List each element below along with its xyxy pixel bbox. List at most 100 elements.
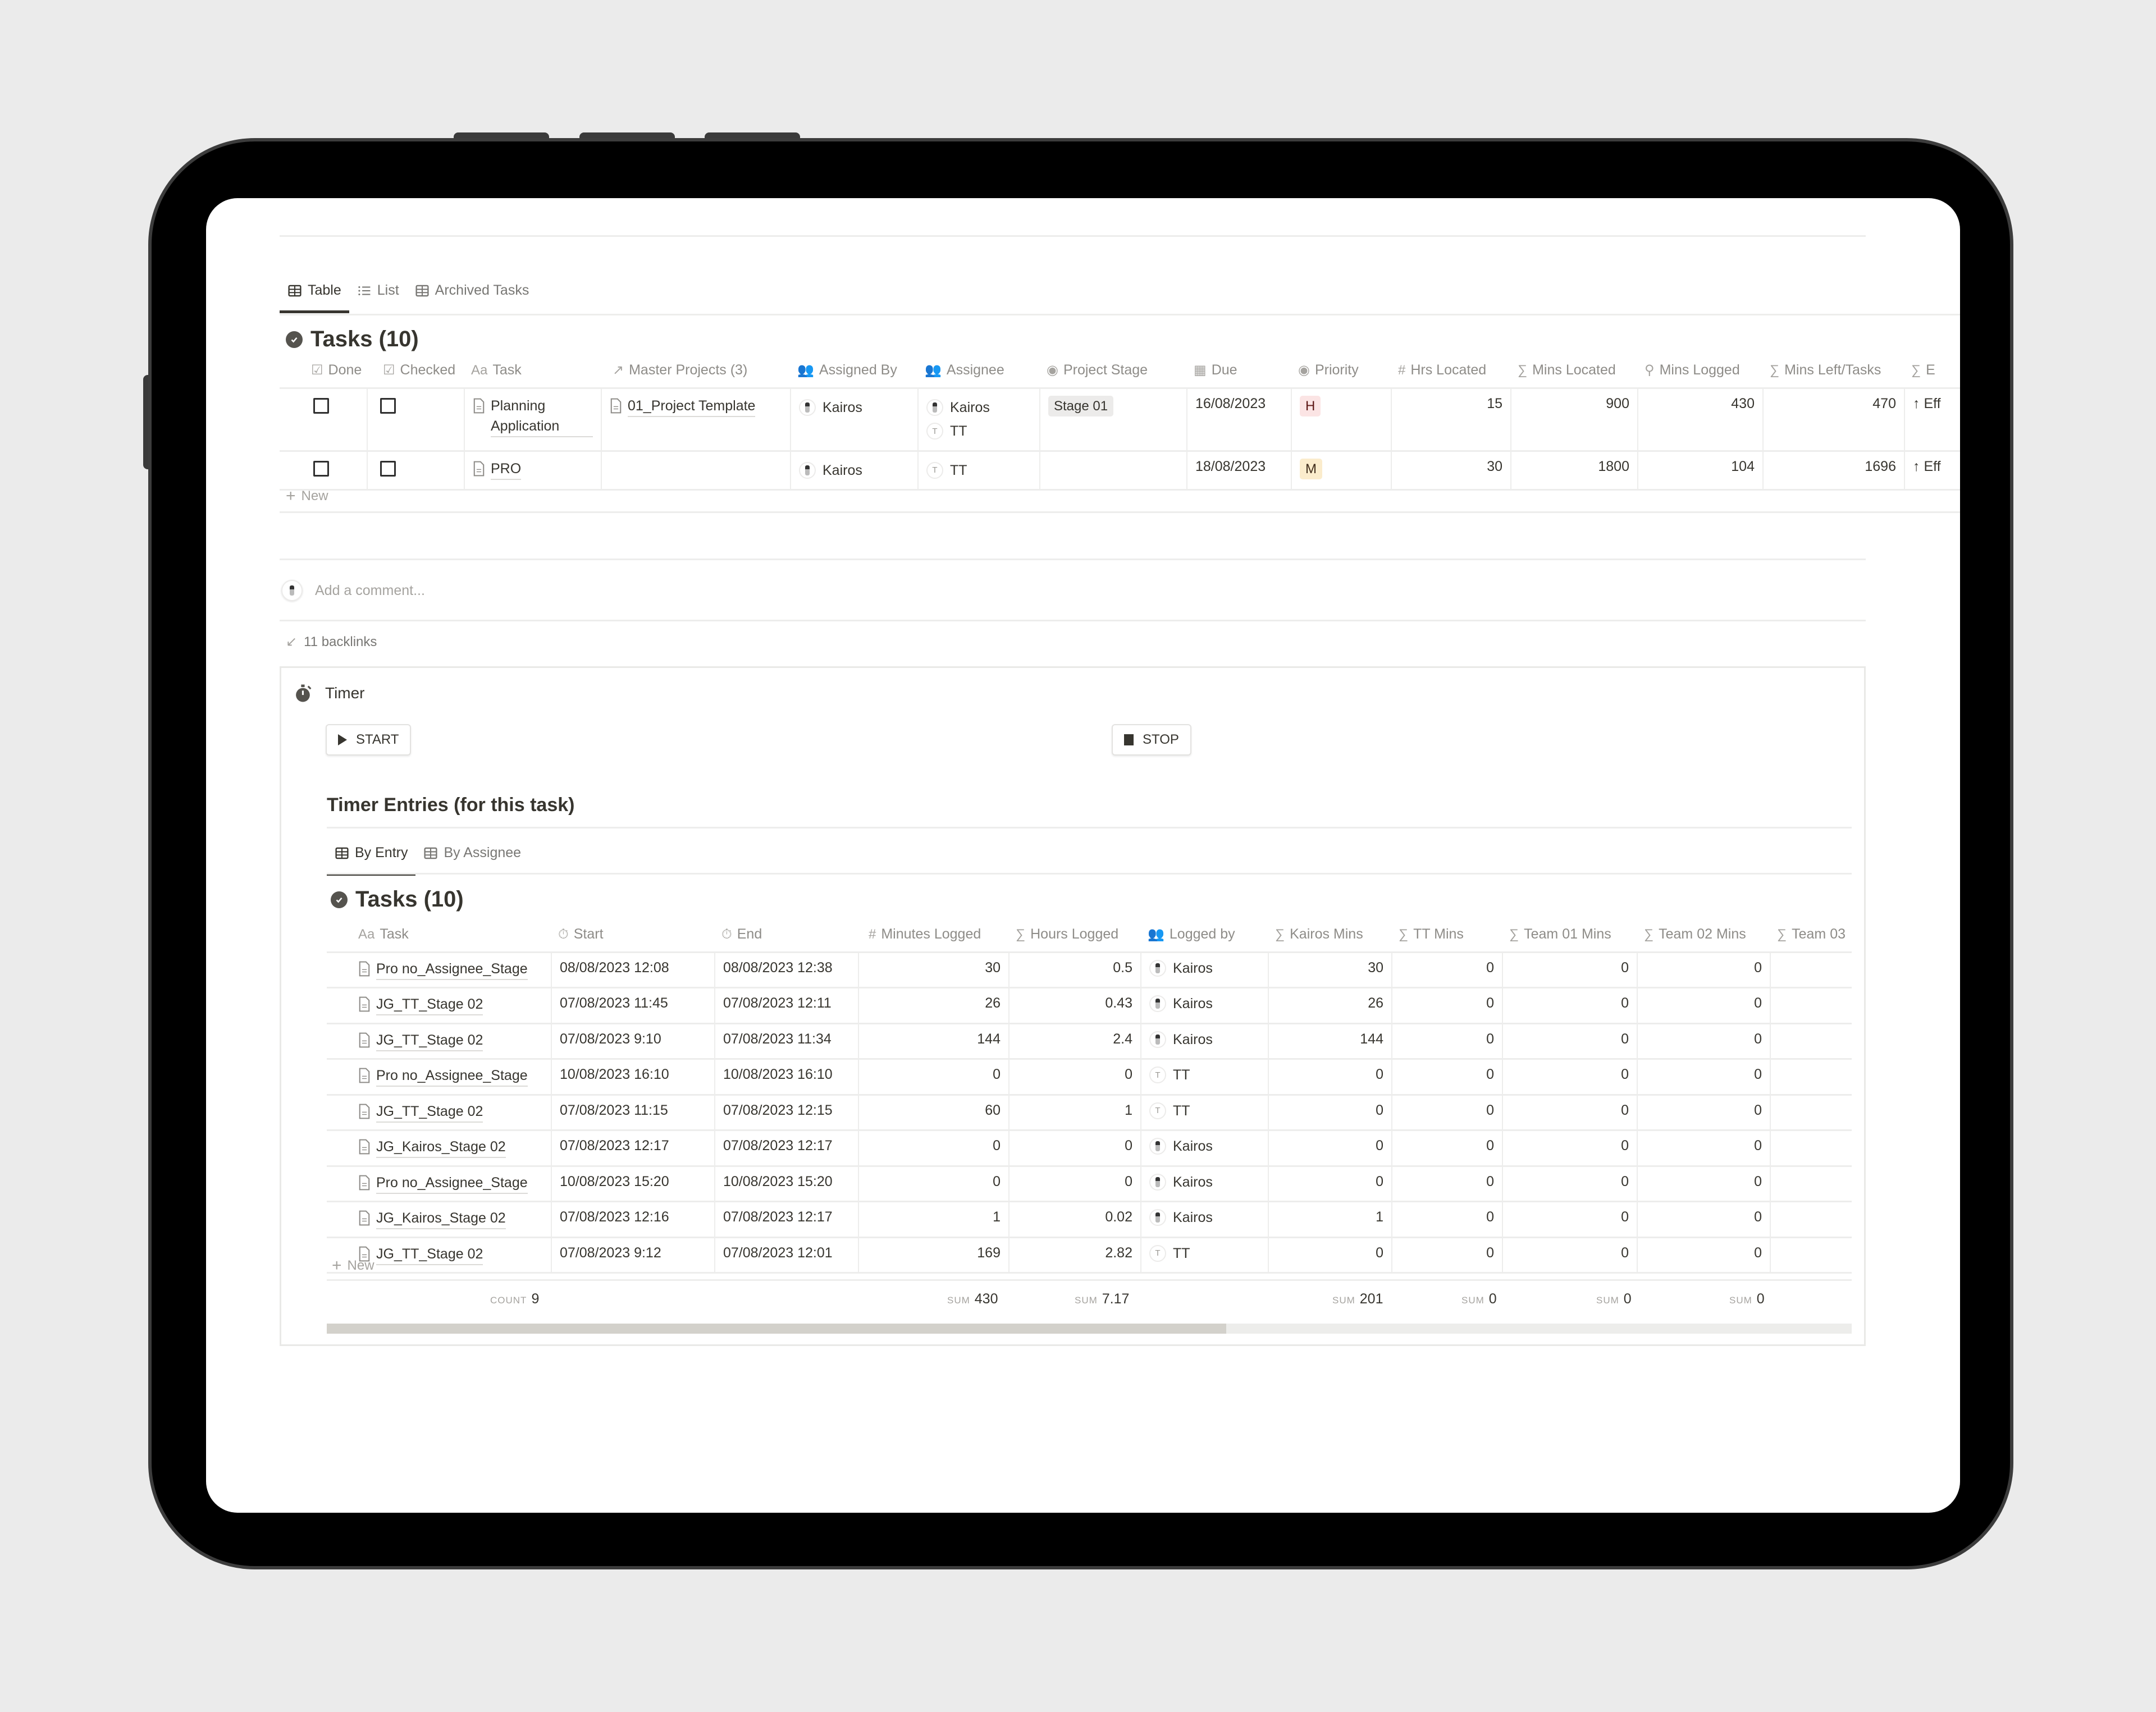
table-row[interactable]: Pro no_Assignee_Stage 10/08/2023 15:20 10/… bbox=[327, 1165, 1852, 1202]
task-link[interactable]: JG_Kairos_Stage 02 bbox=[358, 1137, 506, 1159]
table-row[interactable]: Planning Application 01_Project Template… bbox=[280, 387, 1960, 451]
column-header-task[interactable]: Aa Task bbox=[327, 917, 551, 952]
person-chip[interactable]: T TT bbox=[1149, 1242, 1260, 1266]
checked-checkbox[interactable] bbox=[380, 397, 396, 414]
column-header-assignee[interactable]: 👥 Assignee bbox=[918, 353, 1040, 388]
end-cell[interactable]: 07/08/2023 12:17 bbox=[715, 1129, 859, 1166]
tab-table[interactable]: Table bbox=[280, 282, 349, 313]
due-date[interactable]: 18/08/2023 bbox=[1187, 450, 1292, 491]
minutes-sum-calculation[interactable]: SUM 430 bbox=[947, 1291, 998, 1307]
minutes-logged-cell[interactable]: 0 bbox=[858, 1129, 1010, 1166]
master-project-link[interactable]: 01_Project Template bbox=[610, 396, 756, 417]
end-cell[interactable]: 10/08/2023 16:10 bbox=[715, 1058, 859, 1095]
column-header-extra[interactable]: ∑ E bbox=[1904, 353, 1960, 388]
column-header-assigned-by[interactable]: 👥 Assigned By bbox=[791, 353, 918, 388]
priority-tag[interactable]: M bbox=[1300, 458, 1322, 480]
task-link[interactable]: Planning Application bbox=[473, 396, 593, 437]
person-chip[interactable]: T TT bbox=[1149, 1063, 1260, 1087]
tab-list[interactable]: List bbox=[349, 282, 407, 311]
minutes-logged-cell[interactable]: 30 bbox=[858, 951, 1010, 988]
minutes-logged-cell[interactable]: 60 bbox=[858, 1093, 1010, 1130]
person-chip[interactable]: Kairos bbox=[926, 396, 1031, 420]
start-cell[interactable]: 07/08/2023 11:45 bbox=[551, 987, 715, 1023]
end-cell[interactable]: 07/08/2023 12:15 bbox=[715, 1093, 859, 1130]
column-header-master-projects[interactable]: ↗ Master Projects (3) bbox=[601, 353, 791, 388]
task-link[interactable]: JG_TT_Stage 02 bbox=[358, 1101, 483, 1123]
comment-input[interactable]: Add a comment... bbox=[281, 580, 425, 601]
table-row[interactable]: Pro no_Assignee_Stage 10/08/2023 16:10 10/… bbox=[327, 1058, 1852, 1095]
stage-tag[interactable]: Stage 01 bbox=[1048, 395, 1114, 417]
team01-sum-calculation[interactable]: SUM 0 bbox=[1596, 1291, 1632, 1307]
start-cell[interactable]: 10/08/2023 15:20 bbox=[551, 1165, 715, 1202]
checked-checkbox[interactable] bbox=[380, 460, 396, 477]
minutes-logged-cell[interactable]: 1 bbox=[858, 1201, 1010, 1237]
column-header-done[interactable]: ☑ Done bbox=[280, 353, 367, 388]
priority-tag[interactable]: H bbox=[1300, 395, 1321, 417]
timer-database-title[interactable]: Tasks (10) bbox=[331, 887, 464, 912]
column-header-project-stage[interactable]: ◉ Project Stage bbox=[1040, 353, 1187, 388]
table-row[interactable]: Pro no_Assignee_Stage 08/08/2023 12:08 08/… bbox=[327, 951, 1852, 988]
hrs-located-cell[interactable]: 15 bbox=[1391, 387, 1511, 451]
task-link[interactable]: JG_TT_Stage 02 bbox=[358, 994, 483, 1016]
master-project-cell[interactable] bbox=[601, 450, 791, 491]
column-header-start[interactable]: ⏱ Start bbox=[551, 917, 715, 952]
horizontal-scrollbar[interactable] bbox=[327, 1324, 1852, 1334]
column-header-checked[interactable]: ☑ Checked bbox=[367, 353, 464, 388]
table-row[interactable]: JG_Kairos_Stage 02 07/08/2023 12:17 07/08/… bbox=[327, 1129, 1852, 1166]
minutes-logged-cell[interactable]: 144 bbox=[858, 1022, 1010, 1059]
column-header-mins-left[interactable]: ∑ Mins Left/Tasks bbox=[1763, 353, 1904, 388]
task-link[interactable]: Pro no_Assignee_Stage bbox=[358, 959, 528, 980]
tab-archived-tasks[interactable]: Archived Tasks bbox=[407, 282, 537, 311]
table-row[interactable]: JG_TT_Stage 02 07/08/2023 9:10 07/08/2023 … bbox=[327, 1022, 1852, 1059]
column-header-hours-logged[interactable]: ∑ Hours Logged bbox=[1009, 917, 1141, 952]
end-cell[interactable]: 07/08/2023 12:11 bbox=[715, 987, 859, 1023]
stop-button[interactable]: STOP bbox=[1112, 724, 1191, 756]
person-chip[interactable]: Kairos bbox=[799, 459, 910, 483]
table-row[interactable]: PRO Kairos T TT 18/08/2023 M 30 1800 104 … bbox=[280, 450, 1960, 491]
table-row[interactable]: JG_TT_Stage 02 07/08/2023 11:45 07/08/2023… bbox=[327, 987, 1852, 1023]
task-link[interactable]: PRO bbox=[473, 459, 522, 480]
person-chip[interactable]: Kairos bbox=[1149, 956, 1260, 981]
person-chip[interactable]: T TT bbox=[926, 419, 1031, 443]
person-chip[interactable]: Kairos bbox=[1149, 1134, 1260, 1159]
table-row[interactable]: JG_Kairos_Stage 02 07/08/2023 12:16 07/08/… bbox=[327, 1201, 1852, 1237]
person-chip[interactable]: Kairos bbox=[1149, 1028, 1260, 1052]
stage-cell[interactable] bbox=[1040, 450, 1187, 491]
end-cell[interactable]: 07/08/2023 11:34 bbox=[715, 1022, 859, 1059]
task-link[interactable]: JG_TT_Stage 02 bbox=[358, 1244, 483, 1265]
minutes-logged-cell[interactable]: 169 bbox=[858, 1236, 1010, 1274]
person-chip[interactable]: Kairos bbox=[1149, 992, 1260, 1016]
minutes-logged-cell[interactable]: 0 bbox=[858, 1165, 1010, 1202]
person-chip[interactable]: T TT bbox=[926, 459, 1031, 483]
team02-sum-calculation[interactable]: SUM 0 bbox=[1729, 1291, 1765, 1307]
column-header-hrs-located[interactable]: # Hrs Located bbox=[1391, 353, 1511, 388]
column-header-mins-logged[interactable]: ⚲ Mins Logged bbox=[1638, 353, 1763, 388]
count-calculation[interactable]: COUNT 9 bbox=[490, 1291, 539, 1307]
start-cell[interactable]: 10/08/2023 16:10 bbox=[551, 1058, 715, 1095]
column-header-logged-by[interactable]: 👥 Logged by bbox=[1141, 917, 1268, 952]
tab-by-entry[interactable]: By Entry bbox=[327, 845, 416, 876]
column-header-team01-mins[interactable]: ∑ Team 01 Mins bbox=[1502, 917, 1637, 952]
start-cell[interactable]: 07/08/2023 9:10 bbox=[551, 1022, 715, 1059]
column-header-tt-mins[interactable]: ∑ TT Mins bbox=[1392, 917, 1502, 952]
tab-by-assignee[interactable]: By Assignee bbox=[415, 845, 529, 873]
table-row[interactable]: JG_TT_Stage 02 07/08/2023 11:15 07/08/2023… bbox=[327, 1093, 1852, 1130]
table-row[interactable]: JG_TT_Stage 02 07/08/2023 9:12 07/08/2023 … bbox=[327, 1236, 1852, 1274]
column-header-end[interactable]: ⏱ End bbox=[715, 917, 858, 952]
person-chip[interactable]: T TT bbox=[1149, 1099, 1260, 1123]
task-link[interactable]: JG_Kairos_Stage 02 bbox=[358, 1208, 506, 1230]
timer-new-row-button[interactable]: + New bbox=[332, 1256, 374, 1275]
tt-sum-calculation[interactable]: SUM 0 bbox=[1461, 1291, 1497, 1307]
end-cell[interactable]: 10/08/2023 15:20 bbox=[715, 1165, 859, 1202]
column-header-task[interactable]: Aa Task bbox=[464, 353, 601, 388]
column-header-due[interactable]: ▦ Due bbox=[1187, 353, 1291, 388]
due-date[interactable]: 16/08/2023 bbox=[1187, 387, 1292, 451]
done-checkbox[interactable] bbox=[313, 397, 329, 414]
column-header-kairos-mins[interactable]: ∑ Kairos Mins bbox=[1268, 917, 1392, 952]
start-cell[interactable]: 07/08/2023 9:12 bbox=[551, 1236, 715, 1274]
column-header-team03-mins[interactable]: ∑ Team 03 bbox=[1770, 917, 1852, 952]
end-cell[interactable]: 07/08/2023 12:01 bbox=[715, 1236, 859, 1274]
backlinks-toggle[interactable]: ↙ 11 backlinks bbox=[286, 634, 377, 650]
minutes-logged-cell[interactable]: 0 bbox=[858, 1058, 1010, 1095]
task-link[interactable]: Pro no_Assignee_Stage bbox=[358, 1173, 528, 1194]
